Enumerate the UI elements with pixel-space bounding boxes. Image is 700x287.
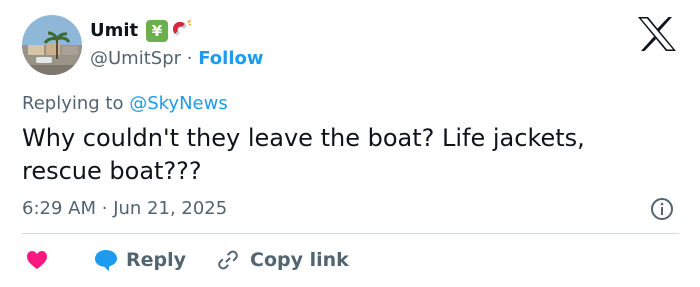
- reply-label: Reply: [126, 249, 187, 271]
- author-emoji-badges: ¥: [146, 20, 193, 42]
- replying-to-mention[interactable]: @SkyNews: [129, 93, 228, 114]
- yen-banknote-emoji-icon: ¥: [146, 20, 168, 42]
- x-logo-icon[interactable]: [636, 15, 678, 53]
- author-handle-line: @UmitSpr · Follow: [90, 47, 264, 71]
- like-button[interactable]: [26, 250, 48, 270]
- replying-to: Replying to @SkyNews: [22, 92, 228, 116]
- handle-separator: ·: [186, 48, 193, 69]
- tweet-text: Why couldn't they leave the boat? Life j…: [22, 124, 585, 185]
- avatar-image: [22, 15, 82, 75]
- link-icon: [218, 250, 238, 270]
- timestamp-separator: ·: [101, 198, 108, 219]
- magnet-emoji-icon: [172, 20, 192, 36]
- heart-icon: [27, 251, 47, 269]
- tweet-timestamp[interactable]: 6:29 AM · Jun 21, 2025: [22, 197, 227, 221]
- avatar[interactable]: [22, 15, 82, 75]
- author-handle[interactable]: @UmitSpr: [90, 48, 181, 69]
- follow-button[interactable]: Follow: [198, 48, 263, 69]
- copy-link-label: Copy link: [250, 249, 349, 271]
- divider: [22, 233, 679, 234]
- author-name[interactable]: Umit: [90, 19, 138, 43]
- info-icon[interactable]: [650, 197, 674, 221]
- tweet-date: Jun 21, 2025: [113, 198, 228, 219]
- copy-link-button[interactable]: Copy link: [216, 248, 349, 272]
- tweet-time: 6:29 AM: [22, 198, 96, 219]
- tweet-actions: Reply Copy link: [22, 246, 349, 274]
- replying-to-prefix: Replying to: [22, 93, 130, 114]
- reply-button[interactable]: Reply: [94, 249, 186, 271]
- reply-bubble-icon: [95, 250, 117, 271]
